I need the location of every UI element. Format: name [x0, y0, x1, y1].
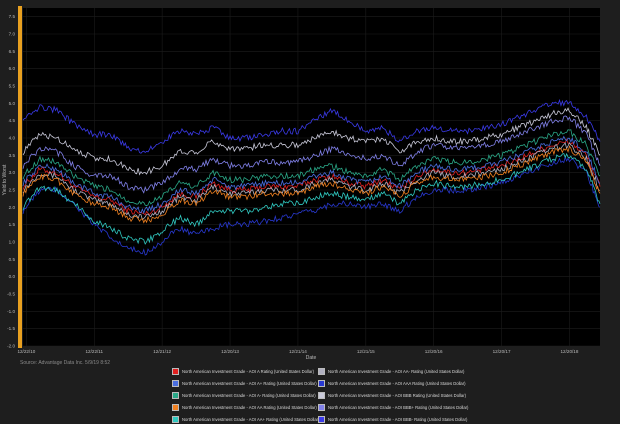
legend-swatch — [318, 391, 325, 399]
y-tick-label: -2.0 — [7, 344, 15, 349]
legend-item[interactable]: North American Investment Grade - AOI BB… — [318, 390, 466, 400]
legend-label: North American Investment Grade - AOI AA… — [328, 380, 466, 386]
y-tick-label: 0.5 — [9, 257, 16, 262]
y-tick-label: 6.5 — [9, 49, 16, 54]
legend-item[interactable]: North American Investment Grade - AOI A … — [172, 366, 314, 376]
legend-item[interactable]: North American Investment Grade - AOI BB… — [318, 402, 468, 412]
y-tick-label: -0.5 — [7, 292, 15, 297]
y-tick-label: 5.5 — [9, 84, 16, 89]
x-tick-label: 12/22/10 — [17, 349, 35, 354]
legend-swatch — [172, 403, 179, 411]
legend-item[interactable]: North American Investment Grade - AOI AA… — [172, 414, 319, 424]
legend-swatch — [172, 415, 179, 423]
legend-swatch — [318, 403, 325, 411]
legend-label: North American Investment Grade - AOI A … — [182, 368, 314, 374]
legend-swatch — [172, 391, 179, 399]
y-tick-label: 2.5 — [9, 188, 16, 193]
y-tick-label: 2.0 — [9, 205, 16, 210]
legend-item[interactable]: North American Investment Grade - AOI A+… — [172, 378, 317, 388]
y-tick-label: 7.5 — [9, 14, 16, 19]
y-tick-label: 4.5 — [9, 118, 16, 123]
y-tick-label: 1.5 — [9, 222, 16, 227]
x-tick-label: 12/20/13 — [221, 349, 239, 354]
legend-swatch — [318, 379, 325, 387]
legend-item[interactable]: North American Investment Grade - AOI AA… — [172, 402, 317, 412]
y-tick-label: 5.0 — [9, 101, 16, 106]
y-tick-label: 1.0 — [9, 240, 16, 245]
y-axis-label: Yield to Worst — [2, 164, 8, 195]
legend-label: North American Investment Grade - AOI BB… — [328, 416, 468, 422]
y-tick-label: 3.5 — [9, 153, 16, 158]
y-tick-label: 7.0 — [9, 32, 16, 37]
legend: North American Investment Grade - AOI A … — [172, 366, 472, 424]
x-tick-label: 12/21/12 — [153, 349, 171, 354]
x-axis-label: Date — [306, 355, 317, 361]
legend-label: North American Investment Grade - AOI AA… — [182, 404, 317, 410]
legend-swatch — [318, 367, 325, 375]
x-tick-label: 12/21/14 — [289, 349, 307, 354]
legend-label: North American Investment Grade - AOI AA… — [328, 368, 465, 374]
x-tick-label: 12/21/15 — [357, 349, 375, 354]
legend-label: North American Investment Grade - AOI AA… — [182, 416, 320, 422]
legend-swatch — [172, 367, 179, 375]
legend-swatch — [318, 415, 325, 423]
x-tick-label: 12/22/11 — [86, 349, 104, 354]
legend-label: North American Investment Grade - AOI A-… — [182, 392, 316, 398]
x-axis-ticks: 12/22/10 12/22/11 12/21/12 12/20/13 12/21/14… — [17, 349, 578, 354]
x-tick-label: 12/20/17 — [493, 349, 511, 354]
legend-label: North American Investment Grade - AOI A+… — [182, 380, 317, 386]
y-axis-bar — [18, 6, 22, 348]
y-tick-label: 4.0 — [9, 136, 16, 141]
plot-area — [23, 8, 600, 346]
legend-item[interactable]: North American Investment Grade - AOI AA… — [318, 366, 464, 376]
y-tick-label: 0.0 — [9, 274, 16, 279]
x-tick-label: 12/20/16 — [425, 349, 443, 354]
legend-label: North American Investment Grade - AOI BB… — [328, 392, 467, 398]
x-tick-label: 12/20/18 — [561, 349, 579, 354]
legend-swatch — [172, 379, 179, 387]
legend-label: North American Investment Grade - AOI BB… — [328, 404, 469, 410]
y-tick-label: 3.0 — [9, 170, 16, 175]
legend-item[interactable]: North American Investment Grade - AOI BB… — [318, 414, 467, 424]
legend-item[interactable]: North American Investment Grade - AOI A-… — [172, 390, 316, 400]
y-tick-label: -1.5 — [7, 326, 15, 331]
legend-item[interactable]: North American Investment Grade - AOI AA… — [318, 378, 466, 388]
chart: -2.0 -1.5 -1.0 -0.5 0.0 0.5 1.0 1.5 2.0 2.5 3.0 3.5… — [0, 0, 620, 420]
y-tick-label: 6.0 — [9, 66, 16, 71]
source-note: Source: Advantage Data Inc. 5/9/19 8:52 — [20, 360, 111, 366]
y-tick-label: -1.0 — [7, 309, 15, 314]
